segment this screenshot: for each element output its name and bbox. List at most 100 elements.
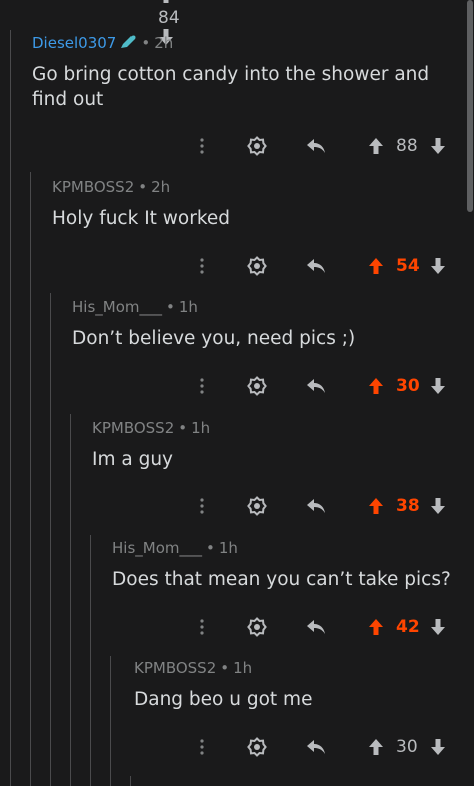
comment-body: Don’t believe you, need pics ;) [72,328,356,349]
comment-body: Im a guy [92,449,173,470]
comment-author[interactable]: Diesel0307 [32,34,116,52]
comment-time: 1h [233,659,253,677]
reply-icon [307,620,325,634]
award-icon [247,256,267,276]
thread-line[interactable] [50,293,51,786]
more-button[interactable] [197,374,207,398]
more-button[interactable] [197,254,207,278]
award-button[interactable] [247,615,267,639]
upvote-button[interactable] [368,494,384,518]
comment-author[interactable]: KPMBOSS2 [134,659,216,677]
comment-body: Dang beo u got me [134,689,313,710]
comment: KPMBOSS2 • 1h Dang beo u got me [134,657,458,712]
score: 84 [158,8,180,28]
meta-separator: • [166,298,175,316]
downvote-icon [431,739,445,755]
upvote-button[interactable] [368,735,384,759]
score: 30 [396,737,418,757]
reply-button[interactable] [306,494,326,518]
more-icon [200,138,204,154]
award-button[interactable] [247,735,267,759]
comment-time: 2h [154,34,174,52]
comment: His_Mom___ • 1h Don’t believe you, need pi… [72,296,458,351]
pencil-icon [119,33,137,55]
downvote-button[interactable] [430,254,446,278]
comment-actions: 38 [174,494,474,518]
reply-button[interactable] [306,134,326,158]
more-button[interactable] [197,735,207,759]
comment-actions: 54 [174,254,474,278]
more-button[interactable] [197,134,207,158]
comment: KPMBOSS2 • 2h Holy fuck It worked [52,176,458,231]
reply-button[interactable] [306,735,326,759]
downvote-icon [431,258,445,274]
thread-line[interactable] [70,414,71,786]
award-icon [247,136,267,156]
more-icon [200,378,204,394]
upvote-icon [369,378,383,394]
comment-meta: His_Mom___ • 1h [72,296,458,318]
more-icon [200,498,204,514]
upvote-button[interactable] [368,134,384,158]
upvote-button[interactable] [368,374,384,398]
comment-thread: 84 Diesel0307 • 2h Go bring cotton candy i… [0,0,474,786]
comment-actions: 30 [174,374,474,398]
downvote-button[interactable] [430,615,446,639]
comment-meta: KPMBOSS2 • 1h [134,657,458,679]
reply-button[interactable] [306,254,326,278]
score: 54 [396,256,420,276]
reply-button[interactable] [306,374,326,398]
comment-author[interactable]: His_Mom___ [72,298,162,316]
award-button[interactable] [247,134,267,158]
scrollbar[interactable] [467,0,473,212]
comment-author[interactable]: His_Mom___ [112,539,202,557]
downvote-button[interactable] [430,735,446,759]
more-icon [200,619,204,635]
downvote-icon [431,619,445,635]
award-button[interactable] [247,374,267,398]
upvote-button[interactable] [368,615,384,639]
more-button[interactable] [197,494,207,518]
thread-line[interactable] [110,656,111,786]
meta-separator: • [220,659,230,677]
reply-button[interactable] [306,615,326,639]
score: 38 [396,496,420,516]
comment-meta: Diesel0307 • 2h [32,32,458,54]
meta-separator: • [178,419,188,437]
comment-body: Holy fuck It worked [52,208,231,229]
more-button[interactable] [197,615,207,639]
reply-icon [307,379,325,393]
comment-time: 1h [191,419,211,437]
comment: Diesel0307 • 2h Go bring cotton candy into… [32,32,458,112]
comment-actions: 30 [174,735,474,759]
comment-time: 1h [218,539,238,557]
more-icon [200,258,204,274]
comment-actions: 42 [174,615,474,639]
award-button[interactable] [247,494,267,518]
downvote-icon [431,498,445,514]
downvote-button[interactable] [430,134,446,158]
comment-time: 1h [178,298,198,316]
meta-separator: • [206,539,215,557]
thread-line[interactable] [130,776,131,786]
comment-author[interactable]: KPMBOSS2 [52,178,134,196]
comment-meta: His_Mom___ • 1h [112,537,458,559]
downvote-button[interactable] [430,374,446,398]
comment-body: Go bring cotton candy into the shower an… [32,64,430,110]
award-button[interactable] [247,254,267,278]
comment-actions: 84 [158,0,458,45]
comment-author[interactable]: KPMBOSS2 [92,419,174,437]
comment-meta: KPMBOSS2 • 1h [92,417,458,439]
award-icon [247,617,267,637]
downvote-button[interactable] [430,494,446,518]
comment: KPMBOSS2 • 1h Im a guy [92,417,458,472]
award-icon [247,376,267,396]
thread-line[interactable] [10,30,11,786]
upvote-button[interactable] [368,254,384,278]
thread-line[interactable] [30,172,31,786]
comment: His_Mom___ • 1h Does that mean you can’t t… [112,537,458,592]
downvote-icon [431,378,445,394]
thread-line[interactable] [90,535,91,786]
upvote-button[interactable] [158,0,458,8]
score: 42 [396,617,420,637]
